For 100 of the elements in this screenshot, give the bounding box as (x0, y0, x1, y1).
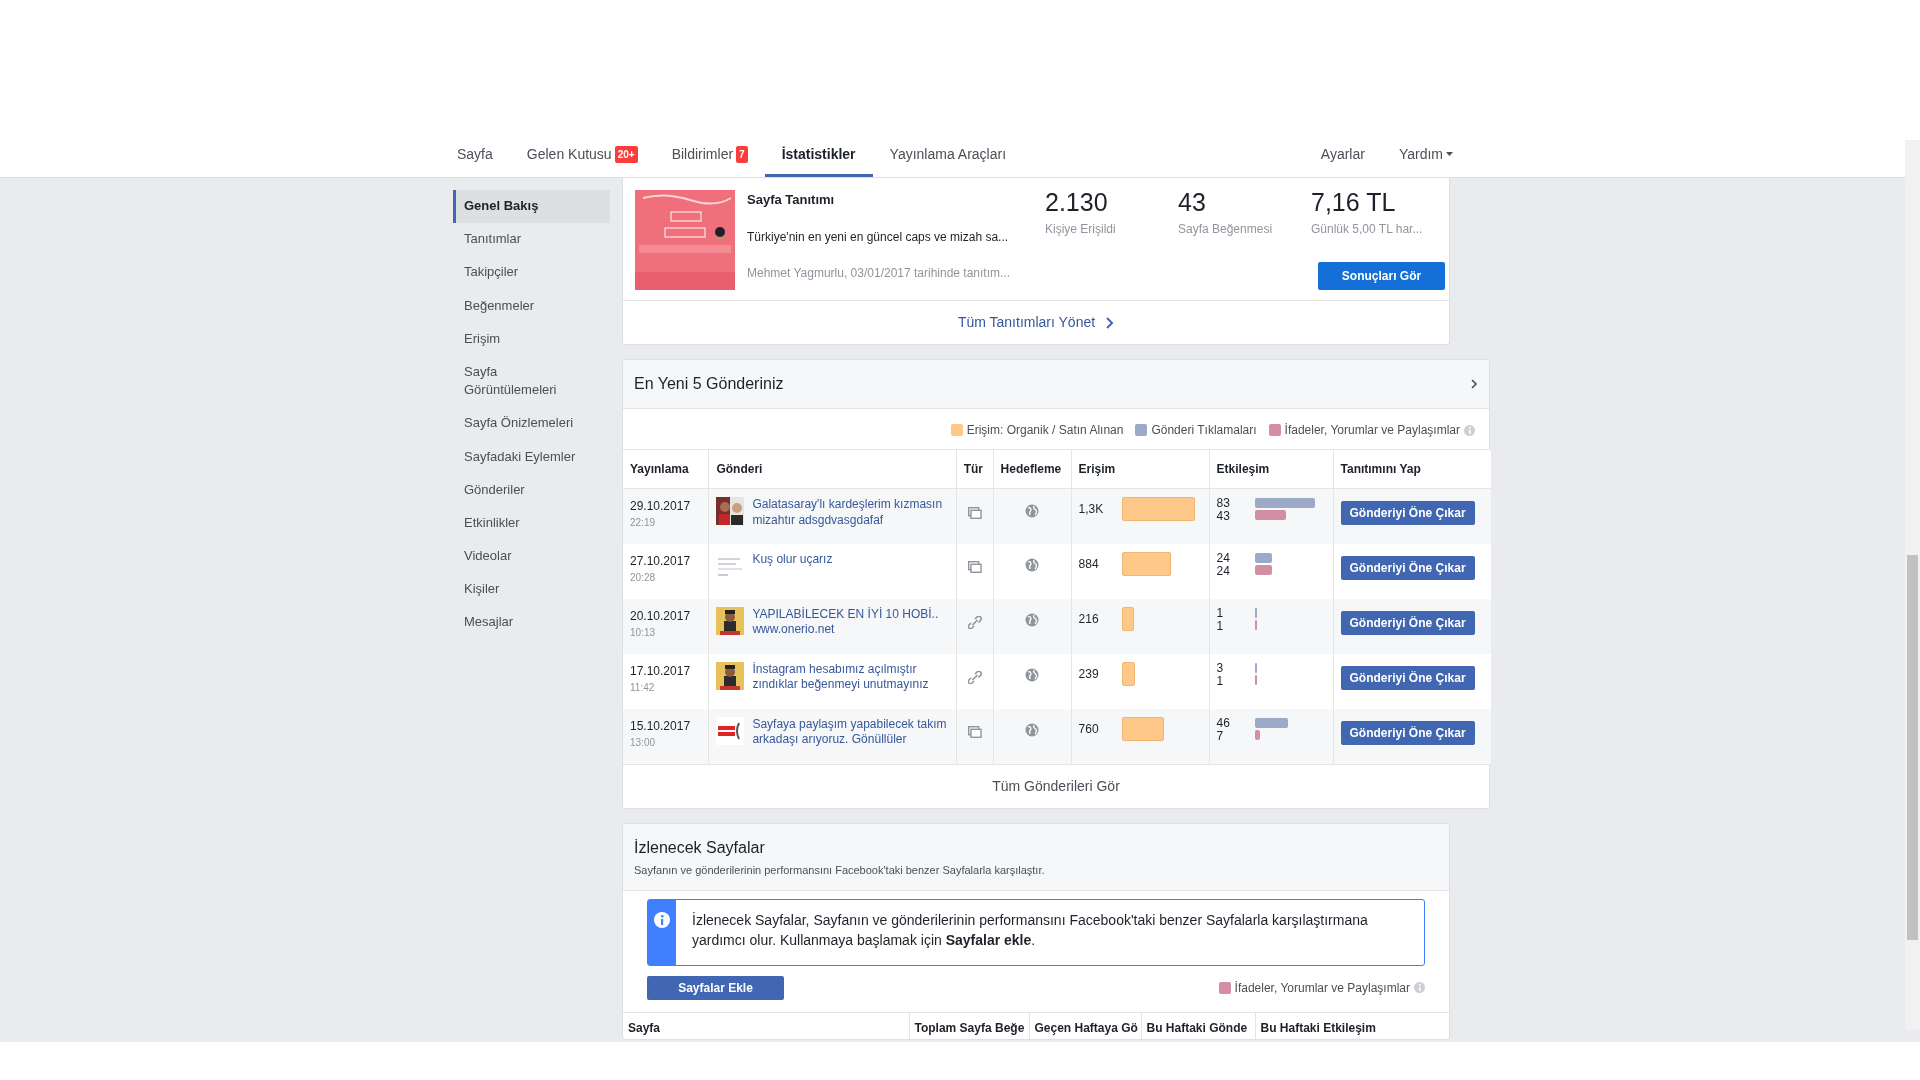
nav-tab[interactable]: Sayfa (440, 134, 510, 177)
reach-bar (1121, 551, 1172, 576)
legend-label: Gönderi Tıklamaları (1151, 422, 1257, 439)
sidebar-item[interactable]: Erişim (453, 322, 610, 356)
nav-tab[interactable]: Gelen Kutusu 20+ (509, 134, 655, 177)
post-time: 13:00 (630, 735, 657, 750)
engagement-value: 43 (1216, 510, 1231, 524)
reach-bar (1121, 606, 1134, 631)
engagement-value: 46 (1216, 716, 1231, 730)
sidebar-item[interactable]: Takipçiler (453, 256, 610, 290)
reactions-bar (1254, 729, 1260, 740)
promotion-description: Türkiye'nin en yeni en güncel caps ve mizah sa... (747, 228, 1010, 246)
sidebar-item[interactable]: Videolar (453, 540, 610, 574)
sidebar-item[interactable]: Tanıtımlar (453, 223, 610, 257)
post-time: 20:28 (630, 570, 657, 585)
engagement-value: 1 (1216, 606, 1225, 620)
globe-icon (1025, 503, 1040, 518)
engagement-value: 1 (1216, 674, 1225, 688)
promotion-title: Sayfa Tanıtımı (747, 191, 836, 209)
stat-label: Kişiye Erişildi (1045, 221, 1117, 238)
boost-post-button[interactable]: Gönderiyi Öne Çıkar (1340, 501, 1475, 525)
boost-post-button[interactable]: Gönderiyi Öne Çıkar (1340, 610, 1475, 635)
post-text[interactable]: Kuş olur uçarız (752, 551, 833, 568)
manage-promotions-link[interactable]: Tüm Tanıtımları Yönet (951, 311, 1121, 334)
reach-bar (1121, 716, 1165, 741)
clicks-bar (1254, 498, 1315, 508)
post-date: 17.10.2017 (630, 662, 692, 680)
globe-icon (1025, 668, 1040, 683)
nav-tab[interactable]: Bildirimler 7 (654, 134, 765, 177)
column-header: Gönderi (708, 449, 957, 489)
clicks-bar (1254, 717, 1288, 728)
column-header: Etkileşim (1209, 449, 1333, 489)
column-header: Geçen Haftaya Gö (1029, 1012, 1141, 1039)
legend-label: İfadeler, Yorumlar ve Paylaşımlar (1284, 422, 1460, 439)
add-pages-button[interactable]: Sayfalar Ekle (647, 975, 784, 1000)
reactions-bar (1254, 674, 1257, 685)
sidebar-item[interactable]: Kişiler (453, 573, 610, 607)
engagement-value: 7 (1216, 729, 1225, 743)
sidebar-item[interactable]: Sayfa Görüntülemeleri (453, 355, 610, 408)
reactions-bar (1254, 564, 1272, 575)
engagement-value: 3 (1216, 661, 1225, 675)
post-date: 20.10.2017 (630, 607, 692, 625)
post-date: 27.10.2017 (630, 552, 692, 570)
clicks-bar (1254, 552, 1272, 563)
post-time: 11:42 (630, 680, 656, 695)
nav-link[interactable]: Ayarlar (1303, 134, 1382, 177)
sidebar-item[interactable]: Mesajlar (453, 606, 610, 640)
clicks-bar (1254, 662, 1257, 673)
post-text[interactable]: YAPILABİLECEK EN İYİ 10 HOBİ.. (752, 606, 939, 623)
promotion-author: Mehmet Yagmurlu, 03/01/2017 tarihinde tanıtım... (747, 264, 1012, 282)
card-subtitle: Sayfanın ve gönderilerinin performansını Facebook'taki benzer Sayfalarla karşılaştır. (634, 862, 1046, 878)
globe-icon (1025, 613, 1040, 628)
nav-tab[interactable]: Yayınlama Araçları (872, 134, 1024, 177)
sidebar-item[interactable]: Beğenmeler (453, 289, 610, 323)
scrollbar-thumb[interactable] (1907, 555, 1918, 940)
column-header: Tür (956, 449, 994, 489)
album-icon (967, 726, 982, 739)
legend-label: İfadeler, Yorumlar ve Paylaşımlar (1234, 979, 1410, 997)
see-all-posts-link[interactable]: Tüm Gönderileri Gör (986, 774, 1126, 798)
chevron-right-icon (1471, 379, 1478, 389)
sidebar-item[interactable]: Sayfa Önizlemeleri (453, 407, 610, 441)
legend-label: Erişim: Organik / Satın Alınan (966, 422, 1124, 439)
stat-label: Sayfa Beğenmesi (1178, 221, 1274, 238)
engagement-value: 24 (1216, 551, 1231, 565)
album-icon (967, 506, 982, 519)
boost-post-button[interactable]: Gönderiyi Öne Çıkar (1340, 555, 1475, 580)
column-header: Bu Haftaki Gönde (1141, 1012, 1255, 1039)
info-message: İzlenecek Sayfalar, Sayfanın ve gönderilerinin performansını Facebook'taki benzer Sayfalarla karşılaştırmana yardımcı olur. Kullanmaya başlamak için Sayfalar ekle. (691, 911, 1369, 951)
sidebar-item[interactable]: Etkinlikler (453, 506, 610, 541)
column-header: Bu Haftaki Etkileşim (1255, 1012, 1451, 1039)
post-date: 15.10.2017 (630, 717, 692, 735)
notification-count: 20+ (614, 145, 638, 163)
reach-value: 1,3K (1078, 501, 1105, 518)
notification-count: 7 (736, 145, 748, 163)
stat-value: 7,16 TL (1311, 190, 1397, 215)
column-header: Sayfa (623, 1012, 909, 1039)
reach-value: 760 (1078, 720, 1100, 738)
sidebar-item[interactable]: Sayfadaki Eylemler (453, 440, 610, 474)
post-text[interactable]: İnstagram hesabımız açılmıştır zındıklar beğenmeyi unutmayınız (752, 661, 949, 693)
sidebar-item[interactable]: Gönderiler (453, 473, 610, 507)
link-icon (967, 615, 982, 629)
reactions-bar (1254, 619, 1257, 630)
nav-link[interactable]: Yardım (1381, 134, 1470, 177)
add-pages-link[interactable]: Sayfalar ekle (945, 932, 1032, 949)
results-button[interactable]: Sonuçları Gör (1318, 262, 1445, 290)
stat-label: Günlük 5,00 TL har... (1311, 221, 1424, 238)
stat-value: 43 (1178, 190, 1207, 215)
post-link[interactable]: www.onerio.net (752, 622, 939, 638)
clicks-bar (1254, 607, 1257, 618)
globe-icon (1025, 558, 1040, 573)
column-header: Tanıtımını Yap (1333, 449, 1491, 489)
column-header: Erişim (1071, 449, 1210, 489)
column-header: Toplam Sayfa Beğe (909, 1012, 1029, 1039)
boost-post-button[interactable]: Gönderiyi Öne Çıkar (1340, 720, 1475, 745)
boost-post-button[interactable]: Gönderiyi Öne Çıkar (1340, 665, 1475, 690)
column-header: Hedefleme (993, 449, 1072, 489)
info-icon (1414, 982, 1425, 994)
sidebar-item[interactable]: Genel Bakış (453, 190, 610, 224)
post-date: 29.10.2017 (630, 498, 692, 515)
reach-bar (1121, 661, 1135, 686)
